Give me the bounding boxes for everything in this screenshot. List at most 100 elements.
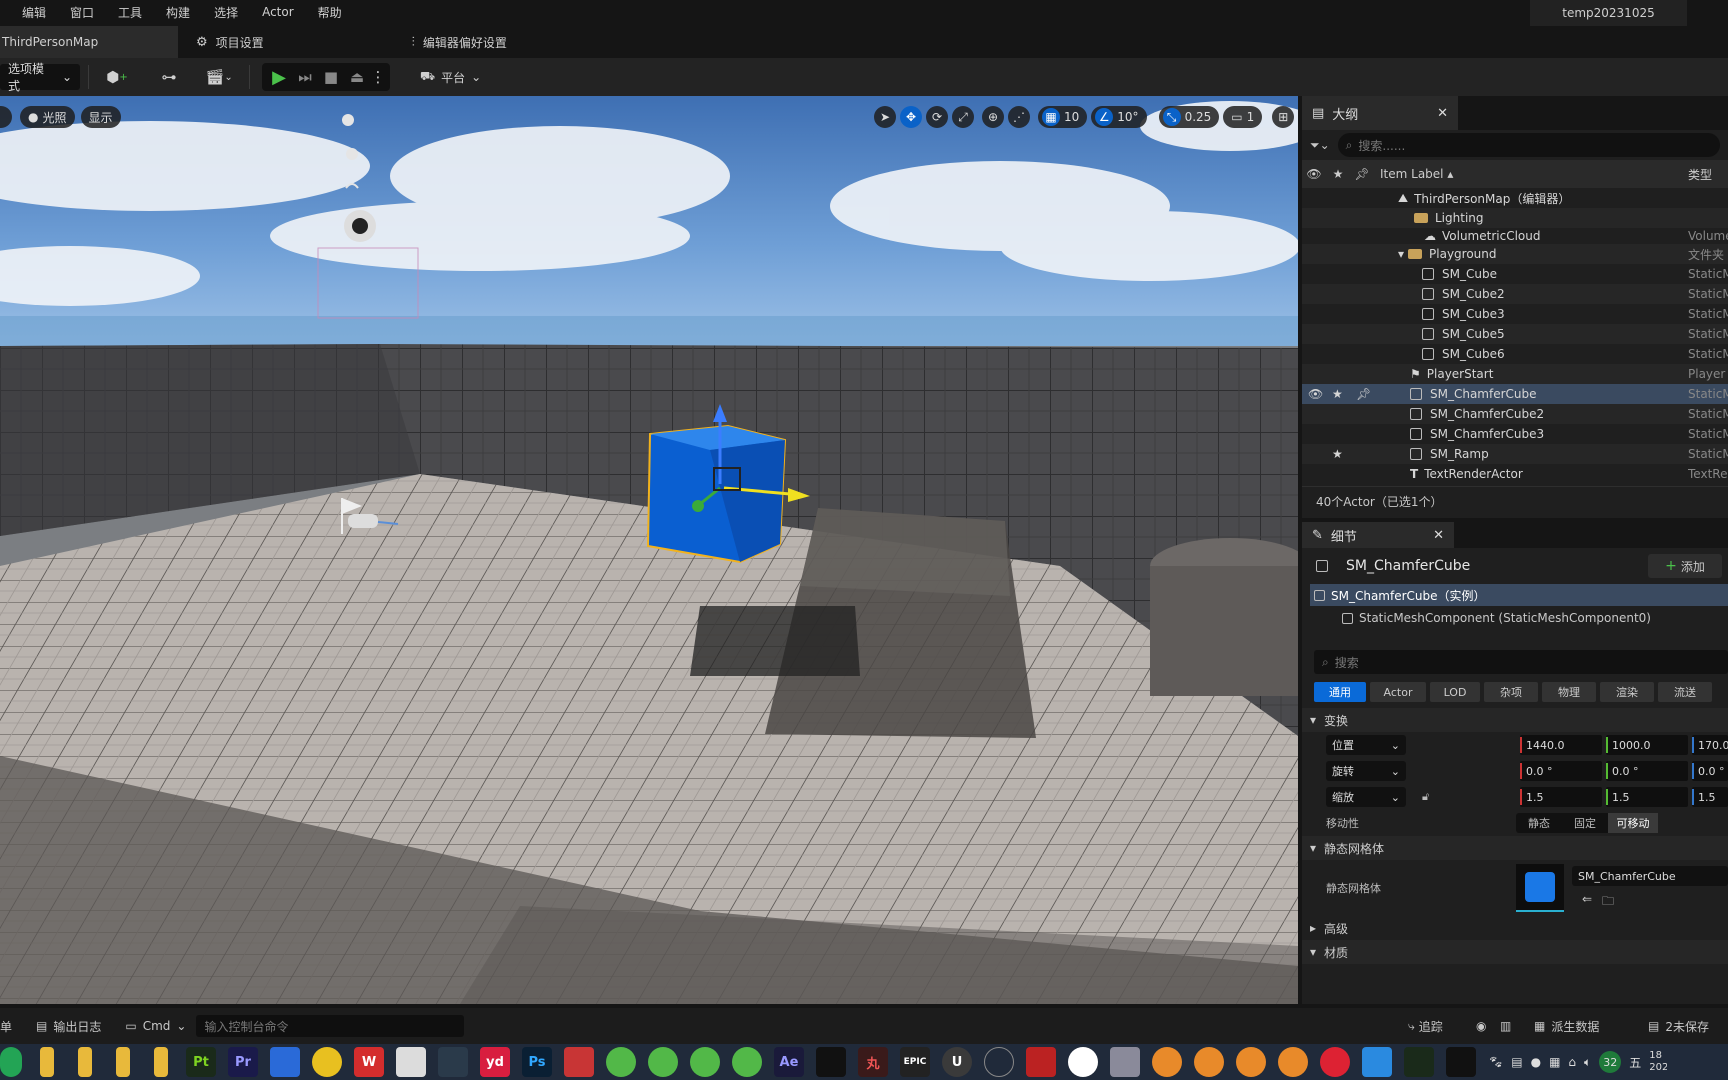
selected-chamfer-cube[interactable] [646,424,787,564]
scale-dropdown[interactable]: 缩放 ⌄ [1326,787,1406,807]
rotate-mode-button[interactable]: ⟳ [926,106,948,128]
tray-icon-4[interactable]: ▦ [1549,1055,1560,1069]
scale-mode-button[interactable]: ⤢ [952,106,974,128]
clock[interactable]: 18 2023 [1649,1050,1667,1074]
unsaved-button[interactable]: ▤ 2未保存 [1648,1018,1709,1035]
outliner-tab[interactable]: ▤ 大纲 ✕ [1302,96,1458,130]
col-type[interactable]: 类型 [1688,166,1712,183]
tree-row-sm-ramp[interactable]: ★ SM_Ramp StaticM [1302,444,1728,464]
filter-icon[interactable]: ⏷⌄ [1310,138,1330,153]
mesh-thumbnail[interactable] [1516,864,1564,912]
viewport-menu-button[interactable] [0,106,12,128]
category-general[interactable]: 通用 [1314,682,1366,702]
menu-select[interactable]: 选择 [202,4,250,21]
component-row[interactable]: StaticMeshComponent (StaticMeshComponent… [1302,606,1728,630]
location-dropdown[interactable]: 位置 ⌄ [1326,735,1406,755]
rotation-dropdown[interactable]: 旋转 ⌄ [1326,761,1406,781]
lock-icon[interactable]: 🔓︎ [1422,790,1429,804]
rotation-snap-button[interactable]: ∠ 10° [1091,106,1147,128]
trace-button[interactable]: ⤷ 追踪 [1408,1018,1443,1035]
add-actor-button[interactable]: ⬢ + [97,63,137,91]
pin-icon[interactable]: 📌︎ [1350,167,1374,181]
eye-icon[interactable]: 👁︎ [1308,387,1323,401]
tree-row-sm-cube5[interactable]: SM_Cube5 StaticM [1302,324,1728,344]
tree-row-sm-cube[interactable]: SM_Cube StaticM [1302,264,1728,284]
details-search[interactable]: ⌕ 搜索 [1314,650,1728,674]
world-space-button[interactable]: ⊕ [982,106,1004,128]
surface-snap-button[interactable]: ⋰ [1008,106,1030,128]
ime-indicator[interactable]: 五 [1629,1054,1641,1071]
tree-row-sm-cube3[interactable]: SM_Cube3 StaticM [1302,304,1728,324]
section-transform[interactable]: ▾ 变换 [1302,708,1728,732]
app-icon[interactable] [270,1047,300,1077]
tray-icon[interactable]: 🐾︎ [1488,1055,1503,1069]
details-tab[interactable]: ✎ 细节 ✕ [1302,522,1454,548]
scale-snap-button[interactable]: ⤡ 0.25 [1158,106,1220,128]
menu-edit[interactable]: 编辑 [0,4,58,21]
tray-badge[interactable]: 32 [1599,1051,1622,1073]
derived-data-button[interactable]: ▦ 派生数据 [1534,1018,1599,1035]
stop-button[interactable]: ■ [318,63,344,91]
tree-row-map[interactable]: ⛰ ThirdPersonMap（编辑器） [1302,188,1728,208]
camera-speed-button[interactable]: ▭ 1 [1223,106,1263,128]
menu-actor[interactable]: Actor [250,5,306,19]
unreal-app-icon-2[interactable] [984,1047,1014,1077]
tab-editor-preferences[interactable]: ⫶ 编辑器偏好设置 [398,26,521,58]
tree-row-volumetriccloud[interactable]: ☁ VolumetricCloud Volume [1302,228,1728,244]
tab-thirdpersonmap[interactable]: ThirdPersonMap [0,26,178,58]
level-viewport[interactable]: ● 光照 显示 ➤ ✥ ⟳ ⤢ ⊕ ⋰ ▦ 10 ∠ 10° ⤡ 0.25 ▭ … [0,96,1298,1004]
category-streaming[interactable]: 流送 [1658,682,1712,702]
outliner-search[interactable]: ⌕ 搜索...... [1337,133,1720,157]
app-icon-flower[interactable] [438,1047,468,1077]
mobility-stationary[interactable]: 固定 [1562,813,1608,833]
ps-app-icon[interactable]: Ps [522,1047,552,1077]
network-icon[interactable]: ⌂ [1568,1055,1576,1069]
star-icon[interactable]: ★ [1332,447,1343,461]
wechat-app-icon[interactable] [0,1047,22,1077]
mobility-movable[interactable]: 可移动 [1608,813,1658,833]
ae-app-icon[interactable]: Ae [774,1047,804,1077]
blender-app-icon-2[interactable] [1194,1047,1224,1077]
mode-dropdown[interactable]: 选项模式 ⌄ [0,62,80,93]
show-button[interactable]: 显示 [80,106,121,128]
output-log-button[interactable]: ▤ 输出日志 [36,1018,101,1035]
folder-app-icon[interactable] [40,1047,54,1077]
app-icon-green-2[interactable] [648,1047,678,1077]
menu-help[interactable]: 帮助 [306,4,354,21]
menu-window[interactable]: 窗口 [58,4,106,21]
scale-y[interactable]: 1.5 [1606,787,1688,807]
step-button[interactable]: ⏭ [292,63,318,91]
tree-row-sm-cube2[interactable]: SM_Cube2 StaticM [1302,284,1728,304]
use-selected-icon[interactable]: ⇐ [1582,892,1592,906]
mesh-picker[interactable]: SM_ChamferCube [1572,866,1728,886]
blueprint-button[interactable]: ⊶ [147,63,191,91]
tab-project-settings[interactable]: ⚙ 项目设置 [182,26,278,58]
app-icon-gray[interactable] [1110,1047,1140,1077]
cloud-app-icon[interactable] [1362,1047,1392,1077]
add-component-button[interactable]: + 添加 [1648,554,1722,578]
tray-icon-3[interactable]: ● [1531,1055,1541,1069]
app-icon-m[interactable] [564,1047,594,1077]
play-button[interactable]: ▶ [266,63,292,91]
folder-app-icon-2[interactable] [78,1047,92,1077]
youdao-app-icon[interactable]: yd [480,1047,510,1077]
pin-icon[interactable]: 📌︎ [1356,387,1371,401]
cmd-dropdown[interactable]: ▭ Cmd ⌄ [125,1019,186,1033]
category-lod[interactable]: LOD [1430,682,1480,702]
app-icon-sw[interactable] [1026,1047,1056,1077]
viewport-layout-button[interactable]: ⊞ [1272,106,1295,128]
folder-app-icon-4[interactable] [154,1047,168,1077]
actor-name[interactable]: SM_ChamferCube [1346,558,1470,574]
select-mode-button[interactable]: ➤ [874,106,896,128]
eject-button[interactable]: ⏏ [344,63,370,91]
close-icon[interactable]: ✕ [1437,106,1448,121]
rotation-z[interactable]: 0.0 ° [1692,761,1728,781]
section-advanced[interactable]: ▸ 高级 [1302,916,1728,940]
tray-icon-2[interactable]: ▤ [1511,1055,1522,1069]
blender-app-icon[interactable] [1152,1047,1182,1077]
wps-app-icon[interactable]: W [354,1047,384,1077]
rotation-y[interactable]: 0.0 ° [1606,761,1688,781]
tree-row-playground[interactable]: ▾ Playground 文件夹 [1302,244,1728,264]
category-misc[interactable]: 杂项 [1484,682,1538,702]
tree-row-sm-chamfercube[interactable]: 👁︎ ★ 📌︎ SM_ChamferCube StaticM [1302,384,1728,404]
